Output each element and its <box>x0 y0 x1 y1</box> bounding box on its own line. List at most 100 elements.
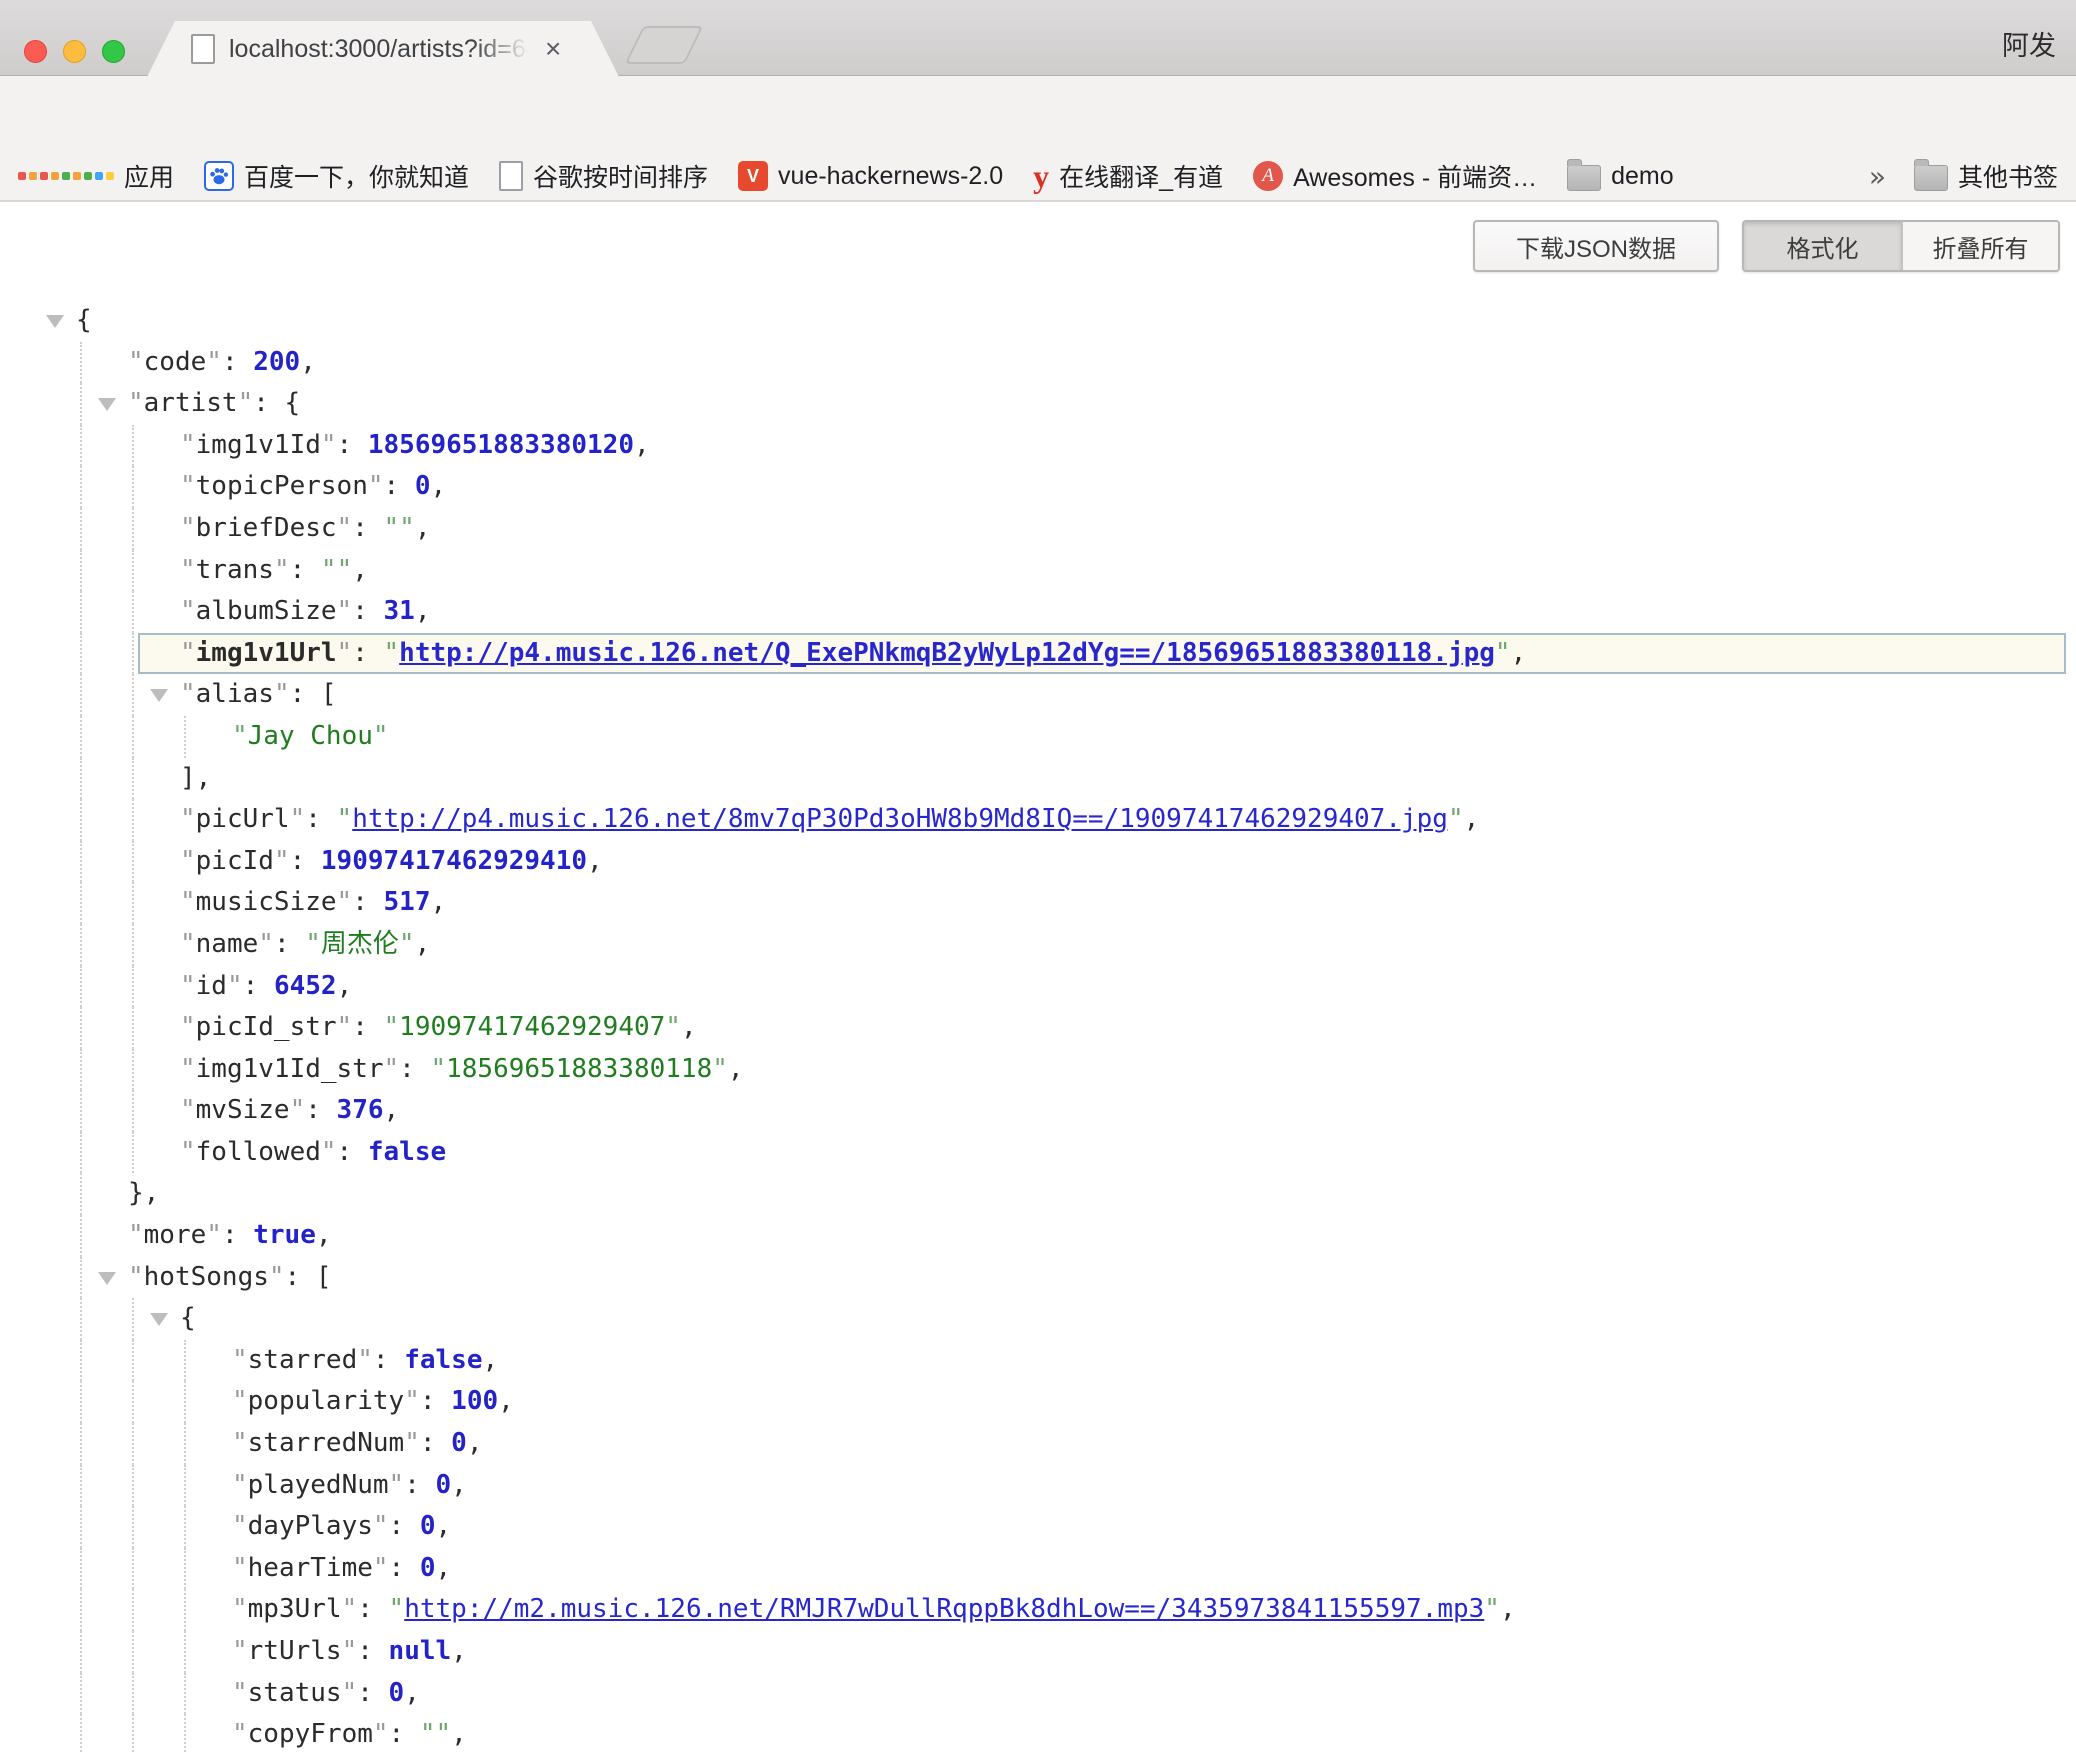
fullscreen-window-button[interactable] <box>102 40 125 63</box>
indent-guide <box>132 1132 134 1174</box>
indent-guide <box>80 1340 82 1382</box>
indent-guide <box>184 1714 186 1754</box>
json-url-link[interactable]: http://p4.music.126.net/Q_ExePNkmqB2yWyL… <box>399 638 1495 668</box>
json-line: "picId_str": "19097417462929407", <box>0 1007 2076 1049</box>
baidu-paw-icon <box>204 161 234 191</box>
indent-guide <box>184 1506 186 1548</box>
indent-guide <box>80 758 82 800</box>
bookmark-awesomes[interactable]: A Awesomes - 前端资… <box>1253 158 1537 194</box>
indent-guide <box>80 1132 82 1174</box>
indent-guide <box>184 1465 186 1507</box>
indent-guide <box>132 1506 134 1548</box>
tab-close-icon[interactable]: × <box>545 35 561 63</box>
json-line: "mp3Url": "http://m2.music.126.net/RMJR7… <box>0 1589 2076 1631</box>
bookmark-google-sort[interactable]: 谷歌按时间排序 <box>499 158 708 194</box>
indent-guide <box>132 924 134 966</box>
indent-guide <box>132 550 134 592</box>
indent-guide <box>132 1548 134 1590</box>
indent-guide <box>184 1340 186 1382</box>
indent-guide <box>80 1381 82 1423</box>
indent-guide <box>80 508 82 550</box>
json-line: "hotSongs": [ <box>0 1257 2076 1299</box>
awesomes-a-icon: A <box>1253 161 1283 191</box>
folder-icon <box>1914 165 1948 191</box>
json-line: "popularity": 100, <box>0 1381 2076 1423</box>
json-url-link[interactable]: http://p4.music.126.net/8mv7qP30Pd3oHW8b… <box>352 804 1448 834</box>
indent-guide <box>132 425 134 467</box>
indent-guide <box>80 1548 82 1590</box>
close-window-button[interactable] <box>24 40 47 63</box>
view-mode-segmented-control: 格式化 折叠所有 <box>1742 220 2060 272</box>
json-line: "code": 200, <box>0 342 2076 384</box>
json-line: "rtUrls": null, <box>0 1631 2076 1673</box>
indent-guide <box>132 508 134 550</box>
json-line: "hearTime": 0, <box>0 1548 2076 1590</box>
youdao-y-icon: y <box>1033 160 1049 192</box>
indent-guide <box>80 1215 82 1257</box>
collapse-arrow-icon[interactable] <box>98 1272 116 1285</box>
json-line: "picUrl": "http://p4.music.126.net/8mv7q… <box>0 799 2076 841</box>
json-line: "mvSize": 376, <box>0 1090 2076 1132</box>
indent-guide <box>80 841 82 883</box>
indent-guide <box>132 674 134 716</box>
indent-guide <box>80 1506 82 1548</box>
indent-guide <box>80 383 82 425</box>
bookmark-folder-demo[interactable]: demo <box>1567 161 1674 191</box>
indent-guide <box>184 1381 186 1423</box>
json-line: "topicPerson": 0, <box>0 466 2076 508</box>
indent-guide <box>80 633 82 675</box>
bookmark-apps[interactable]: 应用 <box>18 158 174 194</box>
json-line: "name": "周杰伦", <box>0 924 2076 966</box>
indent-guide <box>80 1049 82 1091</box>
indent-guide <box>80 966 82 1008</box>
indent-guide <box>80 591 82 633</box>
indent-guide <box>184 1423 186 1465</box>
indent-guide <box>132 1340 134 1382</box>
json-line: "trans": "", <box>0 550 2076 592</box>
download-json-button[interactable]: 下载JSON数据 <box>1473 220 1719 272</box>
json-viewer-page: 下载JSON数据 格式化 折叠所有 {"code": 200,"artist":… <box>0 202 2076 1754</box>
bookmarks-overflow-chevron[interactable]: » <box>1869 160 1886 193</box>
indent-guide <box>132 966 134 1008</box>
json-line: "artist": { <box>0 383 2076 425</box>
collapse-all-button[interactable]: 折叠所有 <box>1901 222 2058 270</box>
new-tab-button[interactable] <box>625 26 704 64</box>
json-line: "briefDesc": "", <box>0 508 2076 550</box>
format-button[interactable]: 格式化 <box>1744 222 1901 270</box>
indent-guide <box>80 674 82 716</box>
indent-guide <box>80 1173 82 1215</box>
indent-guide <box>184 1631 186 1673</box>
page-icon <box>191 34 215 64</box>
bookmark-youdao-translate[interactable]: y 在线翻译_有道 <box>1033 158 1223 194</box>
indent-guide <box>80 1423 82 1465</box>
minimize-window-button[interactable] <box>63 40 86 63</box>
json-line: { <box>0 300 2076 342</box>
json-line: }, <box>0 1173 2076 1215</box>
profile-name[interactable]: 阿发 <box>2002 24 2056 63</box>
json-line: "followed": false <box>0 1132 2076 1174</box>
indent-guide <box>80 882 82 924</box>
json-line: "picId": 19097417462929410, <box>0 841 2076 883</box>
document-icon <box>499 161 523 191</box>
collapse-arrow-icon[interactable] <box>98 398 116 411</box>
bookmark-vue-hackernews[interactable]: V vue-hackernews-2.0 <box>738 161 1003 191</box>
indent-guide <box>80 924 82 966</box>
indent-guide <box>132 1714 134 1754</box>
json-line: "Jay Chou" <box>0 716 2076 758</box>
json-line: "copyFrom": "", <box>0 1714 2076 1754</box>
collapse-arrow-icon[interactable] <box>150 689 168 702</box>
indent-guide <box>80 425 82 467</box>
other-bookmarks-folder[interactable]: 其他书签 <box>1914 158 2058 194</box>
browser-toolbar: ← → i localhost:3000/artists?id=6452 ☆ V… <box>0 76 2076 152</box>
indent-guide <box>132 591 134 633</box>
indent-guide <box>80 716 82 758</box>
indent-guide <box>80 1007 82 1049</box>
collapse-arrow-icon[interactable] <box>46 315 64 328</box>
indent-guide <box>184 1589 186 1631</box>
browser-tab[interactable]: localhost:3000/artists?id=645 × <box>147 21 619 77</box>
json-line: "more": true, <box>0 1215 2076 1257</box>
bookmark-baidu[interactable]: 百度一下，你就知道 <box>204 158 469 194</box>
collapse-arrow-icon[interactable] <box>150 1313 168 1326</box>
json-line: "alias": [ <box>0 674 2076 716</box>
json-url-link[interactable]: http://m2.music.126.net/RMJR7wDullRqppBk… <box>404 1594 1484 1624</box>
